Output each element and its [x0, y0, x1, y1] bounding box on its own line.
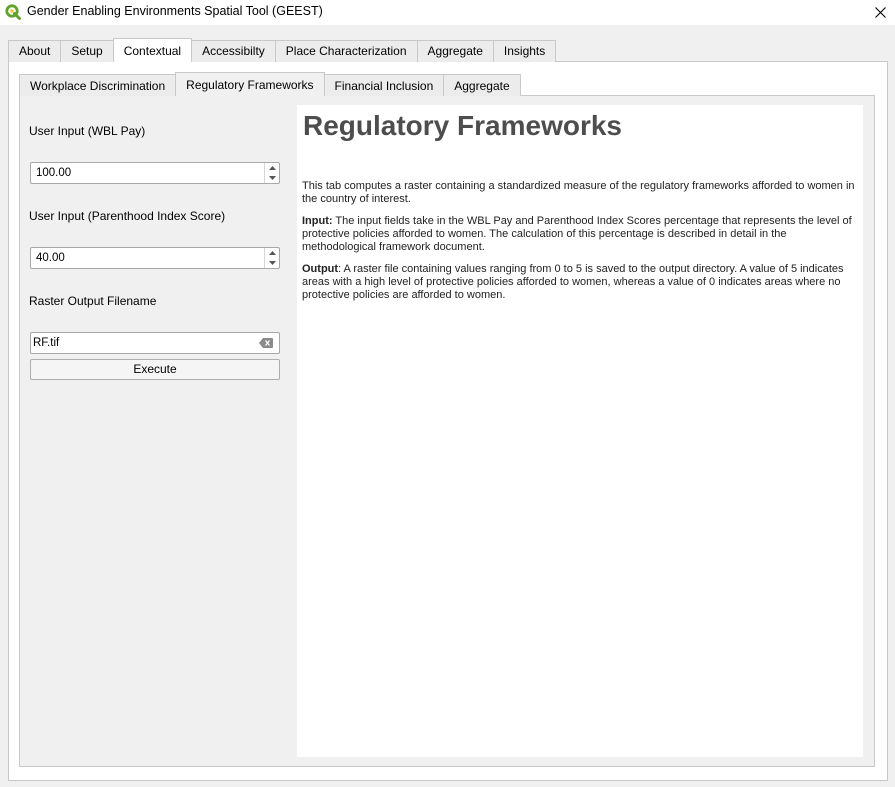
- help-input-text: The input fields take in the WBL Pay and…: [302, 215, 852, 253]
- arrow-up-icon: [268, 166, 276, 170]
- help-intro: This tab computes a raster containing a …: [302, 180, 855, 205]
- tab-insights[interactable]: Insights: [492, 40, 557, 62]
- sub-tab-bar: Workplace Discrimination Regulatory Fram…: [19, 72, 521, 96]
- subtab-regulatory-frameworks[interactable]: Regulatory Frameworks: [175, 72, 325, 96]
- parenthood-decrement-button[interactable]: [265, 258, 279, 268]
- clear-text-icon[interactable]: [259, 338, 273, 348]
- tab-accessibility[interactable]: Accessibilty: [192, 40, 275, 62]
- help-output-heading: Output: [302, 263, 339, 275]
- raster-output-value: RF.tif: [33, 337, 60, 349]
- help-body: This tab computes a raster containing a …: [302, 180, 858, 311]
- raster-output-label: Raster Output Filename: [29, 294, 157, 308]
- help-panel: Regulatory Frameworks This tab computes …: [297, 105, 863, 757]
- parenthood-increment-button[interactable]: [265, 248, 279, 258]
- close-button[interactable]: [865, 0, 895, 25]
- wbl-pay-value: 100.00: [36, 167, 72, 179]
- arrow-up-icon: [268, 251, 276, 255]
- main-tab-bar: About Setup Contextual Accessibilty Plac…: [8, 38, 557, 62]
- tab-contextual[interactable]: Contextual: [112, 38, 193, 62]
- subtab-workplace-discrimination[interactable]: Workplace Discrimination: [19, 74, 176, 96]
- help-output-text: : A raster file containing values rangin…: [302, 263, 844, 301]
- window-title: Gender Enabling Environments Spatial Too…: [27, 4, 323, 18]
- help-input-paragraph: Input: The input fields take in the WBL …: [302, 215, 858, 254]
- parenthood-spin-buttons: [264, 248, 279, 268]
- wbl-pay-increment-button[interactable]: [265, 163, 279, 173]
- subtab-financial-inclusion[interactable]: Financial Inclusion: [324, 74, 444, 96]
- close-icon: [874, 7, 886, 18]
- tab-setup[interactable]: Setup: [60, 40, 113, 62]
- parenthood-label: User Input (Parenthood Index Score): [29, 209, 226, 223]
- execute-button[interactable]: Execute: [30, 359, 280, 380]
- tab-place-characterization[interactable]: Place Characterization: [274, 40, 417, 62]
- arrow-down-icon: [268, 261, 276, 265]
- wbl-pay-decrement-button[interactable]: [265, 173, 279, 183]
- title-bar: Gender Enabling Environments Spatial Too…: [0, 0, 895, 25]
- subtab-aggregate[interactable]: Aggregate: [443, 74, 521, 96]
- wbl-pay-spinbox[interactable]: 100.00: [30, 162, 280, 184]
- wbl-pay-spin-buttons: [264, 163, 279, 183]
- qgis-logo-icon: [5, 4, 21, 20]
- help-title: Regulatory Frameworks: [303, 110, 622, 141]
- help-input-heading: Input:: [302, 215, 333, 227]
- tab-aggregate[interactable]: Aggregate: [416, 40, 493, 62]
- tab-about[interactable]: About: [8, 40, 61, 62]
- help-output-paragraph: Output: A raster file containing values …: [302, 263, 858, 302]
- arrow-down-icon: [268, 176, 276, 180]
- parenthood-spinbox[interactable]: 40.00: [30, 247, 280, 269]
- wbl-pay-label: User Input (WBL Pay): [29, 124, 146, 138]
- raster-output-filename-input[interactable]: RF.tif: [30, 332, 280, 354]
- parenthood-value: 40.00: [36, 252, 65, 264]
